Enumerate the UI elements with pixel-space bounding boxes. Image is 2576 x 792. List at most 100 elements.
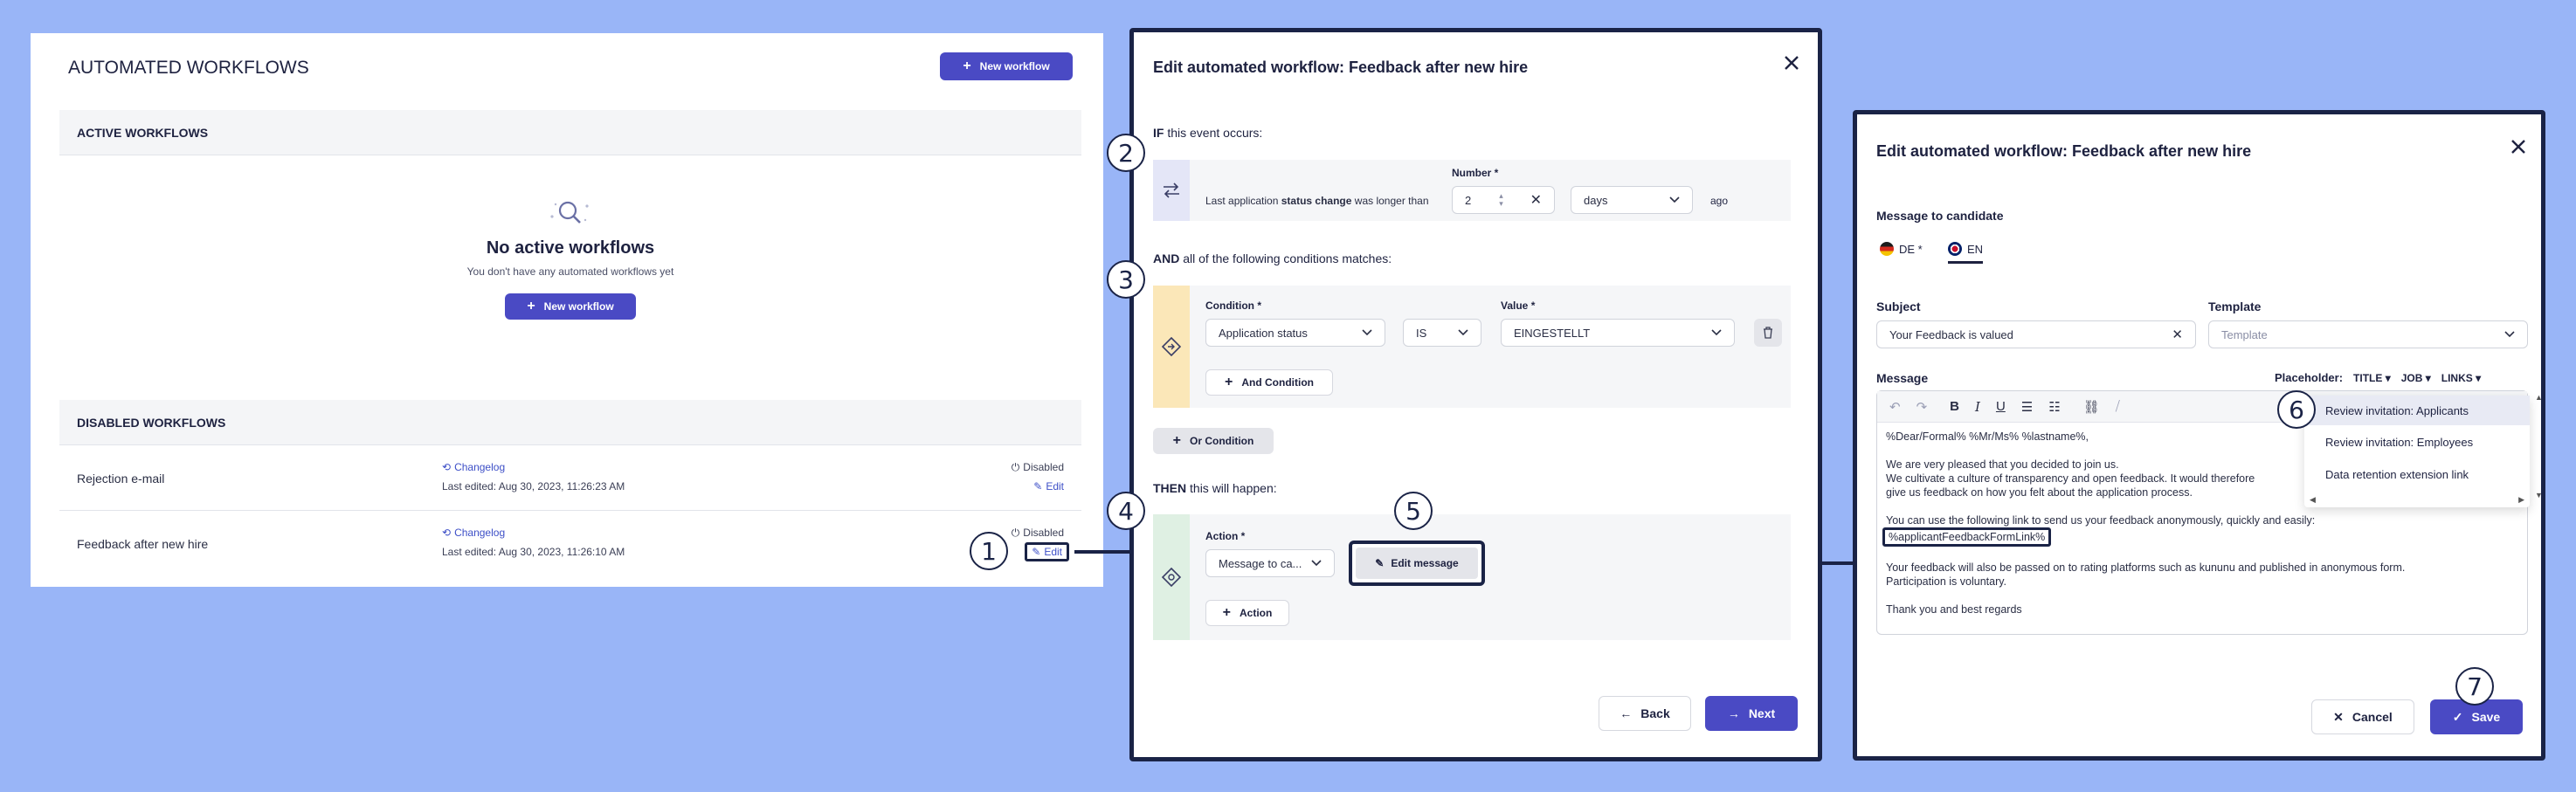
- edit-workflow-modal: Edit automated workflow: Feedback after …: [1129, 28, 1822, 761]
- last-edited: Last edited: Aug 30, 2023, 11:26:10 AM: [442, 546, 625, 558]
- new-workflow-button[interactable]: + New workflow: [940, 52, 1073, 80]
- changelog-link[interactable]: ⟲ Changelog: [442, 461, 505, 473]
- scroll-up-icon[interactable]: ▲: [2535, 392, 2543, 403]
- page-title: AUTOMATED WORKFLOWS: [68, 58, 309, 78]
- plus-icon: +: [1172, 433, 1181, 448]
- cancel-button[interactable]: ✕ Cancel: [2311, 699, 2414, 734]
- tab-de[interactable]: DE *: [1880, 242, 1923, 261]
- dropdown-item[interactable]: Review invitation: Employees: [2304, 425, 2530, 458]
- underline-icon[interactable]: U: [1996, 399, 2006, 414]
- empty-new-workflow-button[interactable]: + New workflow: [505, 293, 636, 320]
- flag-de-icon: [1880, 242, 1894, 256]
- active-workflows-header: ACTIVE WORKFLOWS: [59, 110, 1081, 155]
- step-callout-3: 3: [1107, 260, 1145, 299]
- history-icon: ⟲: [442, 527, 452, 539]
- number-label: Number *: [1452, 167, 1499, 179]
- links-dropdown: Review invitation: Applicants Review inv…: [2304, 396, 2530, 507]
- message-editor-modal: Edit automated workflow: Feedback after …: [1853, 110, 2545, 761]
- dropdown-item[interactable]: Review invitation: Applicants: [2304, 396, 2530, 425]
- close-icon[interactable]: [1782, 53, 1801, 72]
- chevron-down-icon: [1362, 329, 1372, 336]
- modal-title: Edit automated workflow: Feedback after …: [1876, 142, 2252, 160]
- workflow-name: Feedback after new hire: [77, 537, 209, 551]
- subject-label: Subject: [1876, 300, 1921, 313]
- step-callout-1: 1: [970, 532, 1008, 570]
- chevron-down-icon: [2504, 331, 2515, 338]
- chevron-down-icon: [1311, 560, 1322, 567]
- close-icon[interactable]: [2509, 137, 2528, 156]
- step-callout-4: 4: [1107, 492, 1145, 530]
- placeholder-links-menu[interactable]: LINKS ▾: [2441, 372, 2481, 384]
- and-condition-button[interactable]: + And Condition: [1205, 369, 1333, 396]
- workflow-name: Rejection e-mail: [77, 472, 165, 486]
- unit-select[interactable]: days: [1571, 186, 1693, 214]
- placeholder-title-menu[interactable]: TITLE ▾: [2353, 372, 2391, 384]
- condition-select[interactable]: Application status: [1205, 319, 1385, 347]
- stepper-icon[interactable]: ▴ ▾: [1499, 192, 1503, 208]
- back-button[interactable]: ← Back: [1599, 696, 1691, 731]
- undo-icon[interactable]: ↶: [1889, 399, 1901, 415]
- step-callout-7: 7: [2455, 667, 2494, 706]
- next-button[interactable]: → Next: [1705, 696, 1798, 731]
- then-heading: THEN this will happen:: [1153, 481, 1277, 495]
- scroll-right-icon[interactable]: ▶: [2518, 495, 2524, 507]
- dropdown-item[interactable]: Data retention extension link: [2304, 458, 2530, 490]
- italic-icon[interactable]: I: [1975, 399, 1980, 415]
- action-block: Action * Message to ca... ✎ Edit message …: [1153, 514, 1791, 640]
- dropdown-vscroll[interactable]: ▲ ▼: [2535, 392, 2543, 500]
- diamond-icon: [1162, 337, 1181, 356]
- ago-text: ago: [1710, 195, 1729, 207]
- if-heading: IF this event occurs:: [1153, 126, 1263, 140]
- modal-title: Edit automated workflow: Feedback after …: [1153, 59, 1529, 76]
- bullet-list-icon[interactable]: ☰: [2021, 399, 2033, 415]
- clear-icon[interactable]: ✕: [2172, 327, 2183, 342]
- action-label: Action *: [1205, 530, 1246, 542]
- changelog-link[interactable]: ⟲ Changelog: [442, 527, 505, 539]
- edit-message-button[interactable]: ✎ Edit message: [1349, 541, 1485, 586]
- table-row: Feedback after new hire ⟲ Changelog Last …: [59, 511, 1081, 576]
- table-row: Rejection e-mail ⟲ Changelog Last edited:…: [59, 445, 1081, 511]
- bold-icon[interactable]: B: [1950, 399, 1959, 414]
- clear-icon[interactable]: ✕: [1530, 191, 1542, 209]
- tab-en[interactable]: EN: [1948, 242, 1984, 264]
- workflows-panel: AUTOMATED WORKFLOWS + New workflow ACTIVE…: [31, 33, 1103, 587]
- active-workflows-section: ACTIVE WORKFLOWS No active workflows You…: [59, 110, 1081, 386]
- arrow-right-icon: →: [1727, 706, 1740, 720]
- step-callout-5: 5: [1394, 492, 1433, 530]
- diamond-icon: [1162, 568, 1181, 587]
- connector-line: [1074, 550, 1132, 554]
- subject-input[interactable]: Your Feedback is valued ✕: [1876, 320, 2196, 348]
- condition-strip: [1153, 286, 1190, 408]
- scroll-left-icon[interactable]: ◀: [2310, 495, 2316, 507]
- arrow-left-icon: ←: [1619, 706, 1633, 720]
- redo-icon[interactable]: ↷: [1916, 399, 1928, 415]
- plus-icon: +: [1225, 375, 1233, 389]
- empty-state-subtitle: You don't have any automated workflows y…: [466, 265, 674, 278]
- add-action-button[interactable]: + Action: [1205, 600, 1289, 626]
- plus-icon: +: [1222, 605, 1231, 620]
- template-select[interactable]: Template: [2208, 320, 2528, 348]
- edit-link[interactable]: ✎ Edit: [1025, 542, 1069, 561]
- edit-link[interactable]: ✎ Edit: [1033, 480, 1064, 492]
- pencil-icon: ✎: [1033, 480, 1043, 492]
- pencil-icon: ✎: [1375, 557, 1385, 569]
- flag-uk-icon: [1948, 242, 1962, 256]
- pencil-icon: ✎: [1032, 546, 1041, 558]
- disabled-workflows-header: DISABLED WORKFLOWS: [59, 400, 1081, 445]
- action-select[interactable]: Message to ca...: [1205, 549, 1335, 577]
- unlink-icon[interactable]: ⧸: [2116, 399, 2120, 414]
- section-title: Message to candidate: [1876, 209, 2004, 223]
- or-condition-button[interactable]: + Or Condition: [1153, 428, 1274, 454]
- delete-condition-button[interactable]: [1754, 319, 1782, 347]
- placeholder-job-menu[interactable]: JOB ▾: [2401, 372, 2431, 384]
- scroll-down-icon[interactable]: ▼: [2535, 490, 2543, 500]
- dropdown-scrollbar[interactable]: ◀ ▶: [2304, 495, 2530, 507]
- operator-select[interactable]: IS: [1403, 319, 1481, 347]
- value-label: Value *: [1501, 300, 1536, 312]
- link-icon[interactable]: ⛓: [2083, 399, 2100, 415]
- numbered-list-icon[interactable]: ☷: [2048, 399, 2060, 415]
- plus-icon: +: [527, 299, 535, 313]
- value-select[interactable]: EINGESTELLT: [1501, 319, 1735, 347]
- number-input[interactable]: 2 ▴ ▾ ✕: [1452, 186, 1555, 214]
- empty-search-icon: [542, 197, 597, 229]
